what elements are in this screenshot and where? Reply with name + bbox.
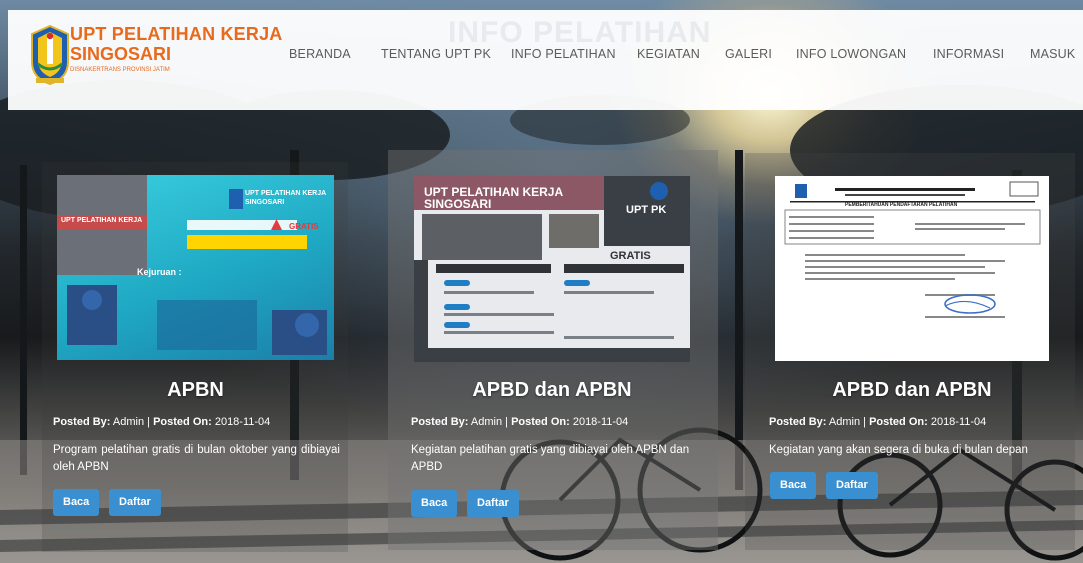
nav-info-pelatihan[interactable]: INFO PELATIHAN [511,47,616,61]
card-meta: Posted By: Admin | Posted On: 2018-11-04 [53,416,271,428]
posted-by-label: Posted By: [769,416,827,428]
register-button[interactable]: Daftar [109,489,161,516]
poster-org: UPT PK [626,204,667,216]
letter-heading: PEMBERITAHUAN PENDAFTARAN PELATIHAN [845,202,958,208]
posted-on-label: Posted On: [153,416,212,428]
card-title[interactable]: APBD dan APBN [414,379,690,402]
post-date: 2018-11-04 [214,416,271,428]
author: Admin [112,416,145,428]
nav-informasi[interactable]: INFORMASI [933,47,1004,61]
poster-banner: UPT PELATIHAN KERJA [61,217,143,224]
posted-by-label: Posted By: [411,416,469,428]
poster-free-badge: GRATIS [289,222,319,231]
read-button[interactable]: Baca [411,490,458,517]
card-thumbnail[interactable]: UPT PELATIHAN KERJA SINGOSARI GRATIS UPT… [57,175,334,360]
poster-heading: UPT PELATIHAN KERJA SINGOSARI [245,190,326,206]
post-date: 2018-11-04 [572,416,629,428]
read-button[interactable]: Baca [53,489,100,516]
top-navbar: INFO PELATIHAN UPT PELATIHAN KERJA SINGO… [8,10,1083,110]
posted-on-label: Posted On: [511,416,570,428]
nav-galeri[interactable]: GALERI [725,47,772,61]
nav-kegiatan[interactable]: KEGIATAN [637,47,700,61]
card-title[interactable]: APBD dan APBN [775,379,1049,402]
nav-beranda[interactable]: BERANDA [289,47,351,61]
posted-on-label: Posted On: [869,416,928,428]
register-button[interactable]: Daftar [826,472,878,499]
card-thumbnail[interactable]: UPT PELATIHAN KERJA SINGOSARI UPT PK GRA… [414,176,690,362]
brand-name[interactable]: UPT PELATIHAN KERJA [70,24,282,45]
nav-info-lowongan[interactable]: INFO LOWONGAN [796,47,906,61]
brand-subtitle: DISNAKERTRANS PROVINSI JATIM [70,67,170,73]
card-meta: Posted By: Admin | Posted On: 2018-11-04 [411,416,629,428]
card-description: Program pelatihan gratis di bulan oktobe… [53,444,340,473]
post-date: 2018-11-04 [930,416,987,428]
east-java-emblem-icon[interactable] [28,24,72,86]
brand-location[interactable]: SINGOSARI [70,44,171,65]
card-thumbnail[interactable]: PEMBERITAHUAN PENDAFTARAN PELATIHAN [775,176,1049,361]
card-title[interactable]: APBN [57,379,334,402]
posted-by-label: Posted By: [53,416,111,428]
read-button[interactable]: Baca [770,472,817,499]
poster-list-title: Kejuruan : [137,267,182,277]
poster-free-badge: GRATIS [610,250,651,262]
author: Admin [828,416,861,428]
author: Admin [470,416,503,428]
card-description: Kegiatan yang akan segera di buka di bul… [769,444,1028,456]
card-description: Kegiatan pelatihan gratis yang dibiayai … [411,444,690,473]
hero-ghost-title: INFO PELATIHAN [448,16,712,49]
nav-masuk[interactable]: MASUK [1030,47,1075,61]
poster-heading: UPT PELATIHAN KERJA SINGOSARI [424,185,563,211]
card-meta: Posted By: Admin | Posted On: 2018-11-04 [769,416,987,428]
register-button[interactable]: Daftar [467,490,519,517]
nav-tentang-upt-pk[interactable]: TENTANG UPT PK [381,47,491,61]
